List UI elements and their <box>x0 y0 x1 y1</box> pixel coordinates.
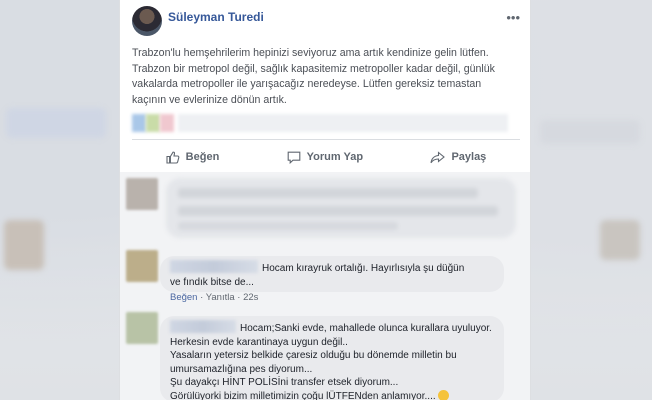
commenter-name-blurred[interactable] <box>170 260 258 273</box>
author-avatar[interactable] <box>132 6 162 36</box>
comment-button[interactable]: Yorum Yap <box>287 151 363 164</box>
commenter-avatar[interactable] <box>126 312 158 344</box>
post-text: Trabzon'lu hemşehrilerim hepinizi seviyo… <box>132 46 524 108</box>
author-name[interactable]: Süleyman Turedi <box>168 10 264 24</box>
commenter-name-blurred[interactable] <box>170 320 236 333</box>
post-text-line: Trabzon bir metropol değil, sağlık kapas… <box>132 62 495 75</box>
comment-text-line: Yasaların yetersiz belkide çaresiz olduğ… <box>170 350 457 361</box>
comment-time[interactable]: 22s <box>243 292 258 303</box>
more-options-icon[interactable]: ••• <box>506 10 520 25</box>
comments-section: Hocam kırayruk ortalığı. Hayırlısıyla şu… <box>120 172 530 400</box>
comment-text-line: Hocam;Sanki evde, mahallede olunca kural… <box>170 320 494 336</box>
share-button-label: Paylaş <box>451 151 487 163</box>
comment-bubble-icon <box>287 151 300 164</box>
comment-text-line: Hocam kırayruk ortalığı. Hayırlısıyla şu… <box>170 260 494 276</box>
emoji-icon <box>437 389 449 400</box>
comment-text-line: Herkesin evde karantinaya uygun değil.. <box>170 336 348 348</box>
comment-text-line: Şu dayakçı HİNT POLİSİni transfer etsek … <box>170 377 399 388</box>
post-text-line: Trabzon'lu hemşehrilerim hepinizi seviyo… <box>132 47 489 59</box>
like-button-label: Beğen <box>185 151 220 163</box>
background-blur-patch <box>600 220 640 260</box>
comment-text-line: umursamazlığına pes diyorum... <box>170 363 313 375</box>
share-arrow-icon <box>430 150 446 163</box>
comment-text-line: Görülüyorki bizim milletimizin çoğu lÜTF… <box>170 389 494 400</box>
background-blur-patch <box>540 120 640 144</box>
blurred-comment <box>166 178 516 238</box>
comment-bubble: Hocam;Sanki evde, mahallede olunca kural… <box>160 316 504 400</box>
post-text-line: vakalarda metropoller ile yarışacağız ne… <box>132 78 482 91</box>
share-button[interactable]: Paylaş <box>430 150 487 164</box>
post-header: Süleyman Turedi ••• <box>132 6 522 36</box>
comment-reply-link[interactable]: Yanıtla <box>206 292 235 303</box>
blurred-reactions-strip <box>132 112 512 132</box>
comment-button-label: Yorum Yap <box>306 151 364 163</box>
background-blur-patch <box>6 108 106 138</box>
facebook-post-card: Süleyman Turedi ••• Trabzon'lu hemşehril… <box>119 0 531 400</box>
background-blur-patch <box>4 220 44 270</box>
comment-like-link[interactable]: Beğen <box>170 292 197 303</box>
comment-bubble: Hocam kırayruk ortalığı. Hayırlısıyla şu… <box>160 256 504 292</box>
comment-text-line: ve fındık bitse de... <box>170 276 254 288</box>
like-button[interactable]: Beğen <box>166 151 220 164</box>
thumbs-up-icon <box>166 151 180 164</box>
divider <box>132 139 520 140</box>
comment-meta: Beğen · Yanıtla · 22s <box>170 292 259 303</box>
commenter-avatar[interactable] <box>126 250 158 282</box>
post-text-line: kaçının ve evlerinize dönün artık. <box>132 93 287 106</box>
post-actions-bar: Beğen Yorum Yap Paylaş <box>132 144 520 170</box>
commenter-avatar[interactable] <box>126 178 158 210</box>
